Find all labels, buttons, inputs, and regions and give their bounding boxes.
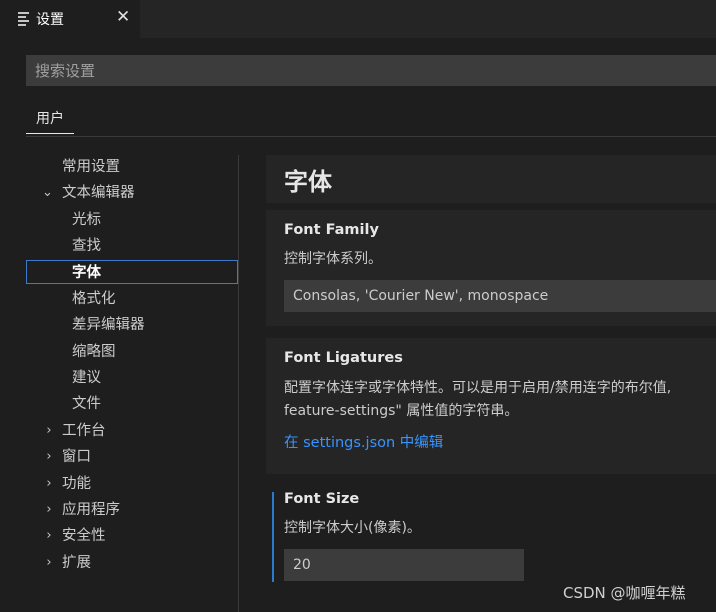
setting-modified-indicator <box>272 492 274 582</box>
setting-title: Font Size <box>284 491 360 507</box>
settings-tab[interactable]: 设置 ✕ <box>0 0 140 38</box>
toc-item-label: 窗口 <box>62 449 91 465</box>
toc-item-label: 安全性 <box>62 528 106 544</box>
toc-item-formatting[interactable]: 格式化 <box>26 287 238 311</box>
toc-item-label: 光标 <box>72 212 101 228</box>
toc-separator <box>238 155 239 612</box>
toc-item-font[interactable]: 字体 <box>26 260 238 284</box>
toc-item-security[interactable]: › 安全性 <box>26 524 238 548</box>
toc-item-label: 常用设置 <box>62 159 120 175</box>
setting-description: 控制字体大小(像素)。 <box>284 520 421 536</box>
tab-user-label: 用户 <box>36 111 64 127</box>
toc-item-extensions[interactable]: › 扩展 <box>26 551 238 575</box>
edit-in-settings-json-link[interactable]: 在 settings.json 中编辑 <box>284 431 443 452</box>
chevron-right-icon: › <box>46 449 52 464</box>
setting-font-family: Font Family 控制字体系列。 <box>266 210 716 326</box>
setting-font-ligatures: Font Ligatures 配置字体连字或字体特性。可以是用于启用/禁用连字的… <box>266 338 716 474</box>
toc-item-minimap[interactable]: 缩略图 <box>26 340 238 364</box>
toc-item-label: 差异编辑器 <box>72 317 145 333</box>
setting-title: Font Family <box>284 222 379 238</box>
toc-item-find[interactable]: 查找 <box>26 234 238 258</box>
toc-item-window[interactable]: › 窗口 <box>26 445 238 469</box>
font-size-input[interactable] <box>284 549 524 581</box>
chevron-right-icon: › <box>46 555 52 570</box>
chevron-right-icon: › <box>46 528 52 543</box>
toc-item-label: 工作台 <box>62 423 106 439</box>
toc-item-label: 功能 <box>62 476 91 492</box>
toc-item-label: 文件 <box>72 396 101 412</box>
toc-item-diff-editor[interactable]: 差异编辑器 <box>26 313 238 337</box>
setting-description-line2: feature-settings" 属性值的字符串。 <box>284 403 519 419</box>
setting-description-line1: 配置字体连字或字体特性。可以是用于启用/禁用连字的布尔值, <box>284 380 672 396</box>
setting-description: 控制字体系列。 <box>284 251 382 267</box>
settings-tab-label: 设置 <box>36 12 64 28</box>
watermark-text: CSDN @咖喱年糕 <box>563 584 686 602</box>
toc-item-label: 格式化 <box>72 291 116 307</box>
toc-item-label: 文本编辑器 <box>62 185 135 201</box>
toc-item-text-editor[interactable]: ⌄ 文本编辑器 <box>26 181 238 205</box>
settings-list-icon <box>18 12 30 26</box>
toc-item-cursor[interactable]: 光标 <box>26 208 238 232</box>
toc-item-label: 缩略图 <box>72 344 116 360</box>
close-icon[interactable]: ✕ <box>116 7 130 27</box>
toc-item-label: 扩展 <box>62 555 91 571</box>
scope-divider <box>26 136 716 137</box>
group-header-font: 字体 <box>266 155 716 203</box>
tab-active-underline <box>26 133 74 134</box>
toc-item-suggestions[interactable]: 建议 <box>26 366 238 390</box>
toc-item-label: 应用程序 <box>62 502 120 518</box>
chevron-down-icon: ⌄ <box>42 185 53 200</box>
toc-item-label: 字体 <box>72 265 101 281</box>
tab-user[interactable]: 用户 <box>26 104 74 136</box>
group-title: 字体 <box>284 168 332 196</box>
toc-item-features[interactable]: › 功能 <box>26 472 238 496</box>
chevron-right-icon: › <box>46 476 52 491</box>
search-settings-box <box>26 55 716 86</box>
chevron-right-icon: › <box>46 423 52 438</box>
editor-tab-bar: 设置 ✕ <box>0 0 716 38</box>
toc-item-files[interactable]: 文件 <box>26 392 238 416</box>
font-family-input[interactable] <box>284 280 716 312</box>
setting-font-size: Font Size 控制字体大小(像素)。 <box>266 486 716 582</box>
toc-item-label: 查找 <box>72 238 101 254</box>
toc-item-workbench[interactable]: › 工作台 <box>26 419 238 443</box>
toc-item-application[interactable]: › 应用程序 <box>26 498 238 522</box>
setting-title: Font Ligatures <box>284 350 403 366</box>
toc-item-label: 建议 <box>72 370 101 386</box>
search-settings-input[interactable] <box>27 56 716 85</box>
chevron-right-icon: › <box>46 502 52 517</box>
toc-item-common[interactable]: 常用设置 <box>26 155 238 179</box>
